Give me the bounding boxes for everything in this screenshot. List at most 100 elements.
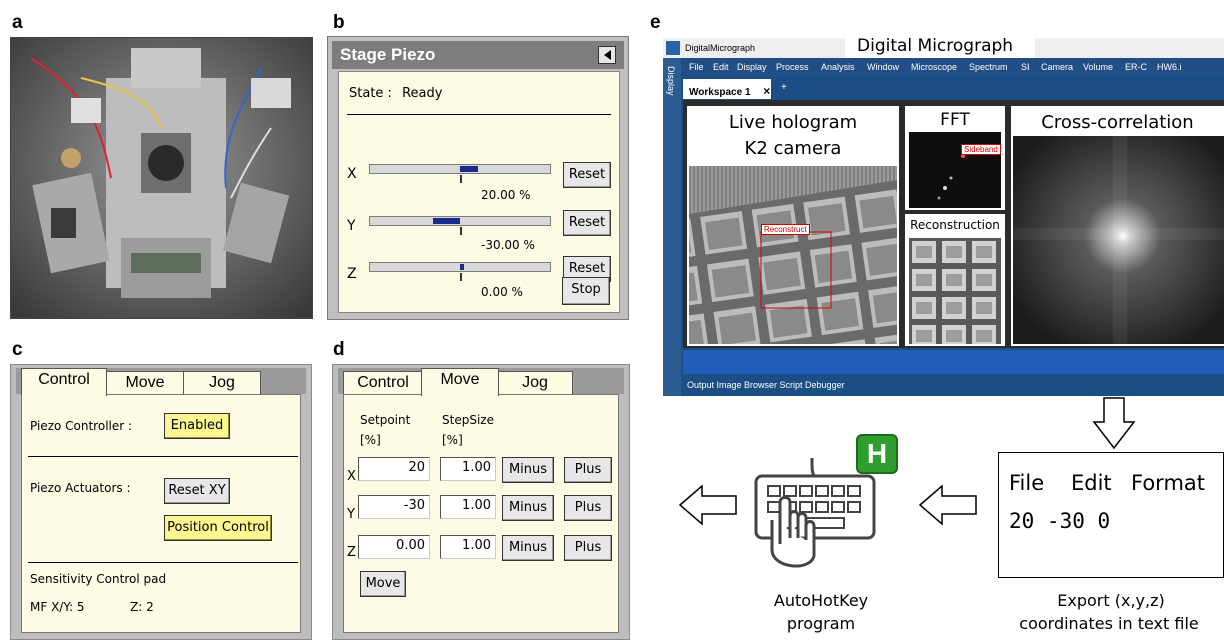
stage-piezo-title: Stage Piezo <box>340 45 436 64</box>
reconstruction-title: Reconstruction <box>910 218 1000 232</box>
z-setpoint-input[interactable]: 0.00 <box>358 535 430 559</box>
x-setpoint-input[interactable]: 20 <box>358 457 430 481</box>
live-hologram-window[interactable]: Live hologram K2 camera Reconstruct <box>687 106 899 346</box>
y-value: -30.00 % <box>481 238 535 252</box>
x-slider-fill <box>460 166 478 172</box>
state-label: State : <box>349 86 392 101</box>
z-minus-button[interactable]: Minus <box>502 535 554 561</box>
notepad-window: File Edit Format 20 -30 0 <box>998 452 1224 578</box>
collapse-arrow-icon[interactable] <box>598 46 616 64</box>
menu-analysis[interactable]: Analysis <box>821 62 855 72</box>
y-slider-center-tick <box>460 227 462 235</box>
y-reset-button[interactable]: Reset <box>563 210 611 236</box>
y-stepsize-input[interactable]: 1.00 <box>440 495 496 519</box>
z-plus-button[interactable]: Plus <box>564 535 612 561</box>
x-slider-center-tick <box>460 175 462 183</box>
x-value: 20.00 % <box>481 188 531 202</box>
dm-side-strip: Display <box>663 58 681 396</box>
menu-volume[interactable]: Volume <box>1083 62 1113 72</box>
menu-microscope[interactable]: Microscope <box>911 62 957 72</box>
left-arrow-icon <box>678 484 737 526</box>
fft-title: FFT <box>940 110 970 130</box>
left-arrow-icon <box>918 484 977 526</box>
panel-letter-c: c <box>12 339 23 360</box>
y-minus-button[interactable]: Minus <box>502 495 554 521</box>
notepad-menu-edit[interactable]: Edit <box>1071 471 1112 495</box>
add-tab-icon[interactable]: + <box>781 82 787 93</box>
axis-x-label: X <box>347 166 357 182</box>
z-slider-fill <box>460 264 464 270</box>
dm-app-name: DigitalMicrograph <box>685 43 756 53</box>
tab-jog[interactable]: Jog <box>497 371 573 395</box>
reset-xy-button[interactable]: Reset XY <box>164 478 230 504</box>
reconstruction-image <box>909 238 1001 344</box>
dm-side-label[interactable]: Display <box>666 66 676 96</box>
z-slider-center-tick <box>460 273 462 281</box>
notepad-menu-file[interactable]: File <box>1009 471 1044 495</box>
x-stepsize-input[interactable]: 1.00 <box>440 457 496 481</box>
cross-correlation-window[interactable]: Cross-correlation <box>1011 106 1224 346</box>
menu-camera[interactable]: Camera <box>1041 62 1073 72</box>
stepsize-header: StepSize <box>442 413 494 427</box>
y-setpoint-input[interactable]: -30 <box>358 495 430 519</box>
ahk-caption-line2: program <box>786 614 856 633</box>
workspace-tab-label: Workspace 1 <box>689 87 751 98</box>
mf-xy-value: MF X/Y: 5 <box>30 600 85 614</box>
panel-letter-b: b <box>333 12 345 33</box>
stage-piezo-titlebar: Stage Piezo <box>332 41 624 69</box>
z-stepsize-input[interactable]: 1.00 <box>440 535 496 559</box>
menu-window[interactable]: Window <box>867 62 899 72</box>
y-slider-fill <box>433 218 460 224</box>
export-caption-line2: coordinates in text file <box>1019 614 1199 633</box>
reconstruction-window[interactable]: Reconstruction <box>905 214 1005 346</box>
dm-heading: Digital Micrograph <box>845 38 1035 58</box>
reconstruct-label: Reconstruct <box>761 224 810 235</box>
menu-hw6[interactable]: HW6.i <box>1157 62 1182 72</box>
position-control-button[interactable]: Position Control <box>164 515 272 541</box>
tab-move[interactable]: Move <box>105 371 185 395</box>
dm-workspace: Live hologram K2 camera Reconstruct FFT … <box>683 100 1224 348</box>
dm-menubar: File Edit Display Process Analysis Windo… <box>681 58 1224 75</box>
stop-button[interactable]: Stop <box>562 277 610 305</box>
cross-correlation-title: Cross-correlation <box>1041 112 1194 133</box>
workspace-tab[interactable]: Workspace 1 × <box>683 79 771 99</box>
menu-display[interactable]: Display <box>737 62 767 72</box>
notepad-menu-format[interactable]: Format <box>1131 471 1205 495</box>
live-hologram-subtitle: K2 camera <box>744 138 842 159</box>
enabled-button[interactable]: Enabled <box>164 413 230 439</box>
x-reset-button[interactable]: Reset <box>563 162 611 188</box>
move-window: Control Move Jog Setpoint [%] StepSize [… <box>332 364 630 640</box>
menu-edit[interactable]: Edit <box>713 62 729 72</box>
tab-control[interactable]: Control <box>343 371 423 395</box>
ahk-caption-line1: AutoHotKey <box>773 591 869 610</box>
divider <box>28 456 298 457</box>
stepsize-unit: [%] <box>442 433 463 447</box>
menu-file[interactable]: File <box>689 62 704 72</box>
move-button[interactable]: Move <box>360 571 406 597</box>
x-slider[interactable] <box>369 164 551 183</box>
y-plus-button[interactable]: Plus <box>564 495 612 521</box>
divider <box>347 114 611 115</box>
menu-er-c[interactable]: ER-C <box>1125 62 1147 72</box>
fft-window[interactable]: FFT Sideband <box>905 106 1005 210</box>
x-minus-button[interactable]: Minus <box>502 457 554 483</box>
setpoint-header: Setpoint <box>360 413 411 427</box>
dm-status-bar[interactable]: Output Image Browser Script Debugger <box>683 374 1224 396</box>
menu-process[interactable]: Process <box>776 62 809 72</box>
z-slider[interactable] <box>369 262 551 281</box>
tab-move[interactable]: Move <box>421 368 499 396</box>
menu-spectrum[interactable]: Spectrum <box>969 62 1008 72</box>
divider <box>28 562 298 563</box>
mf-z-value: Z: 2 <box>130 600 154 614</box>
x-plus-button[interactable]: Plus <box>564 457 612 483</box>
close-icon[interactable]: × <box>763 84 770 98</box>
piezo-actuators-label: Piezo Actuators : <box>30 481 131 495</box>
tab-jog[interactable]: Jog <box>183 371 261 395</box>
dm-tabsrow: Workspace 1 × + <box>681 75 1224 99</box>
tab-control[interactable]: Control <box>21 368 107 396</box>
menu-si[interactable]: SI <box>1021 62 1030 72</box>
y-slider[interactable] <box>369 216 551 235</box>
move-body: Setpoint [%] StepSize [%] X 20 1.00 Minu… <box>343 394 619 633</box>
state-value: Ready <box>402 86 443 101</box>
notepad-content[interactable]: 20 -30 0 <box>1009 509 1110 533</box>
